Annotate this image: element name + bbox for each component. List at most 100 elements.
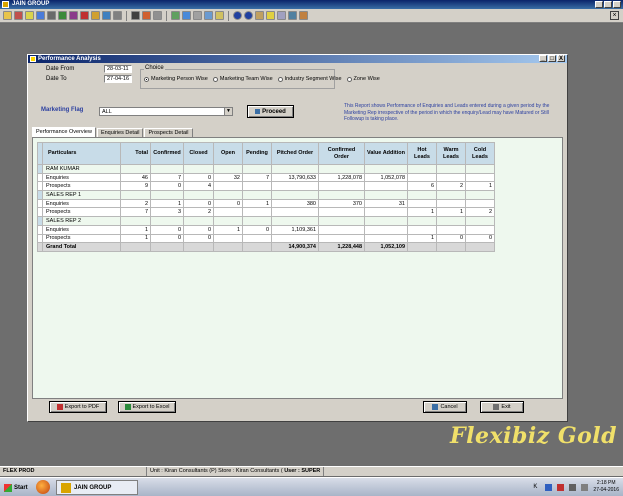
row-label-cell[interactable]: RAM KUMAR	[42, 164, 121, 174]
row-label-cell[interactable]: Grand Total	[42, 242, 121, 252]
value-cell[interactable]	[465, 216, 495, 226]
table-row[interactable]: Enquiries 1 0 0 1 0 1,109,361	[37, 224, 495, 235]
value-cell[interactable]: 0	[150, 233, 184, 244]
magic-icon[interactable]	[142, 11, 151, 20]
value-cell[interactable]	[407, 164, 437, 174]
row-label-cell[interactable]: Enquiries	[42, 198, 121, 209]
value-cell[interactable]	[465, 190, 495, 200]
value-cell[interactable]	[242, 164, 272, 174]
value-cell[interactable]	[318, 207, 365, 218]
value-cell[interactable]: 7	[242, 172, 272, 183]
value-cell[interactable]: 3	[150, 207, 184, 218]
value-cell[interactable]: 0	[183, 198, 214, 209]
col-header[interactable]: Confirmed	[150, 142, 184, 165]
value-cell[interactable]: 1,228,448	[318, 242, 365, 252]
value-cell[interactable]	[242, 207, 272, 218]
col-header[interactable]: Warm Leads	[436, 142, 466, 165]
value-cell[interactable]	[364, 224, 408, 235]
taskbar-app-jain-group[interactable]: JAIN GROUP	[56, 480, 138, 495]
volume-icon[interactable]	[569, 483, 577, 491]
value-cell[interactable]	[436, 216, 466, 226]
network-icon[interactable]	[545, 483, 553, 491]
value-cell[interactable]	[407, 190, 437, 200]
value-cell[interactable]: 2	[436, 181, 466, 192]
tab-prospects-detail[interactable]: Prospects Detail	[144, 128, 193, 137]
group-row[interactable]: RAM KUMAR	[37, 164, 495, 174]
tools-icon[interactable]	[277, 11, 286, 20]
image-icon[interactable]	[255, 11, 264, 20]
row-label-cell[interactable]: Prospects	[42, 181, 121, 192]
value-cell[interactable]	[364, 164, 408, 174]
value-cell[interactable]: 0	[150, 224, 184, 235]
row-label-cell[interactable]: Enquiries	[42, 172, 121, 183]
value-cell[interactable]	[213, 164, 243, 174]
settings-icon[interactable]	[193, 11, 202, 20]
tab-enquiries-detail[interactable]: Enquiries Detail	[96, 128, 144, 137]
value-cell[interactable]: 0	[213, 198, 243, 209]
value-cell[interactable]	[183, 242, 214, 252]
value-cell[interactable]	[271, 164, 319, 174]
value-cell[interactable]	[465, 242, 495, 252]
value-cell[interactable]	[436, 198, 466, 209]
value-cell[interactable]	[436, 242, 466, 252]
keyboard-icon[interactable]: K	[533, 484, 540, 491]
col-header[interactable]: Hot Leads	[407, 142, 437, 165]
value-cell[interactable]	[150, 242, 184, 252]
value-cell[interactable]	[364, 216, 408, 226]
clock[interactable]: 2:18 PM 27-04-2016	[593, 480, 619, 494]
lock-icon[interactable]	[91, 11, 100, 20]
ledger-icon[interactable]	[14, 11, 23, 20]
radio-zone-wise[interactable]: Zone Wise	[346, 76, 380, 82]
value-cell[interactable]: 1	[120, 233, 151, 244]
value-cell[interactable]	[183, 216, 214, 226]
value-cell[interactable]: 0	[183, 233, 214, 244]
back-icon[interactable]	[233, 11, 242, 20]
grand-total-row[interactable]: Grand Total 14,900,374 1,228,448 1,052,109	[37, 242, 495, 252]
value-cell[interactable]	[364, 181, 408, 192]
value-cell[interactable]: 1,052,109	[364, 242, 408, 252]
col-header[interactable]: Open	[213, 142, 243, 165]
value-cell[interactable]	[318, 190, 365, 200]
chevron-down-icon[interactable]: ▼	[224, 108, 232, 115]
value-cell[interactable]: 2	[183, 207, 214, 218]
value-cell[interactable]	[465, 224, 495, 235]
value-cell[interactable]	[465, 164, 495, 174]
value-cell[interactable]	[213, 207, 243, 218]
value-cell[interactable]: 1	[150, 198, 184, 209]
value-cell[interactable]	[465, 198, 495, 209]
value-cell[interactable]: 1	[436, 207, 466, 218]
value-cell[interactable]	[183, 190, 214, 200]
window-maximize-button[interactable]: □	[548, 55, 556, 62]
col-header[interactable]: Pitched Order	[271, 142, 319, 165]
table-row[interactable]: Prospects 1 0 0 1 0 0	[37, 233, 495, 244]
cancel-button[interactable]: Cancel	[423, 401, 467, 413]
value-cell[interactable]: 1,109,361	[271, 224, 319, 235]
folder-icon[interactable]	[3, 11, 12, 20]
value-cell[interactable]: 0	[465, 233, 495, 244]
row-label-cell[interactable]: SALES REP 2	[42, 216, 121, 226]
proceed-button[interactable]: Proceed	[247, 105, 294, 118]
window-minimize-button[interactable]: _	[539, 55, 547, 62]
report-icon[interactable]	[69, 11, 78, 20]
value-cell[interactable]: 14,900,374	[271, 242, 319, 252]
value-cell[interactable]	[120, 164, 151, 174]
table-row[interactable]: Enquiries 2 1 0 0 1 380 370 31	[37, 198, 495, 209]
money-icon[interactable]	[171, 11, 180, 20]
export-excel-button[interactable]: Export to Excel	[118, 401, 176, 413]
value-cell[interactable]	[318, 164, 365, 174]
value-cell[interactable]: 0	[150, 181, 184, 192]
value-cell[interactable]: 1	[465, 181, 495, 192]
user-icon[interactable]	[299, 11, 308, 20]
export-pdf-button[interactable]: Export to PDF	[49, 401, 107, 413]
value-cell[interactable]: 2	[465, 207, 495, 218]
value-cell[interactable]	[242, 216, 272, 226]
list-icon[interactable]	[36, 11, 45, 20]
value-cell[interactable]	[242, 233, 272, 244]
value-cell[interactable]: 0	[183, 224, 214, 235]
value-cell[interactable]: 380	[271, 198, 319, 209]
col-header[interactable]: Confirmed Order	[318, 142, 365, 165]
note-icon[interactable]	[25, 11, 34, 20]
value-cell[interactable]	[120, 242, 151, 252]
tab-performance-overview[interactable]: Performance Overview	[32, 127, 96, 137]
col-header[interactable]: Particulars	[42, 142, 121, 165]
